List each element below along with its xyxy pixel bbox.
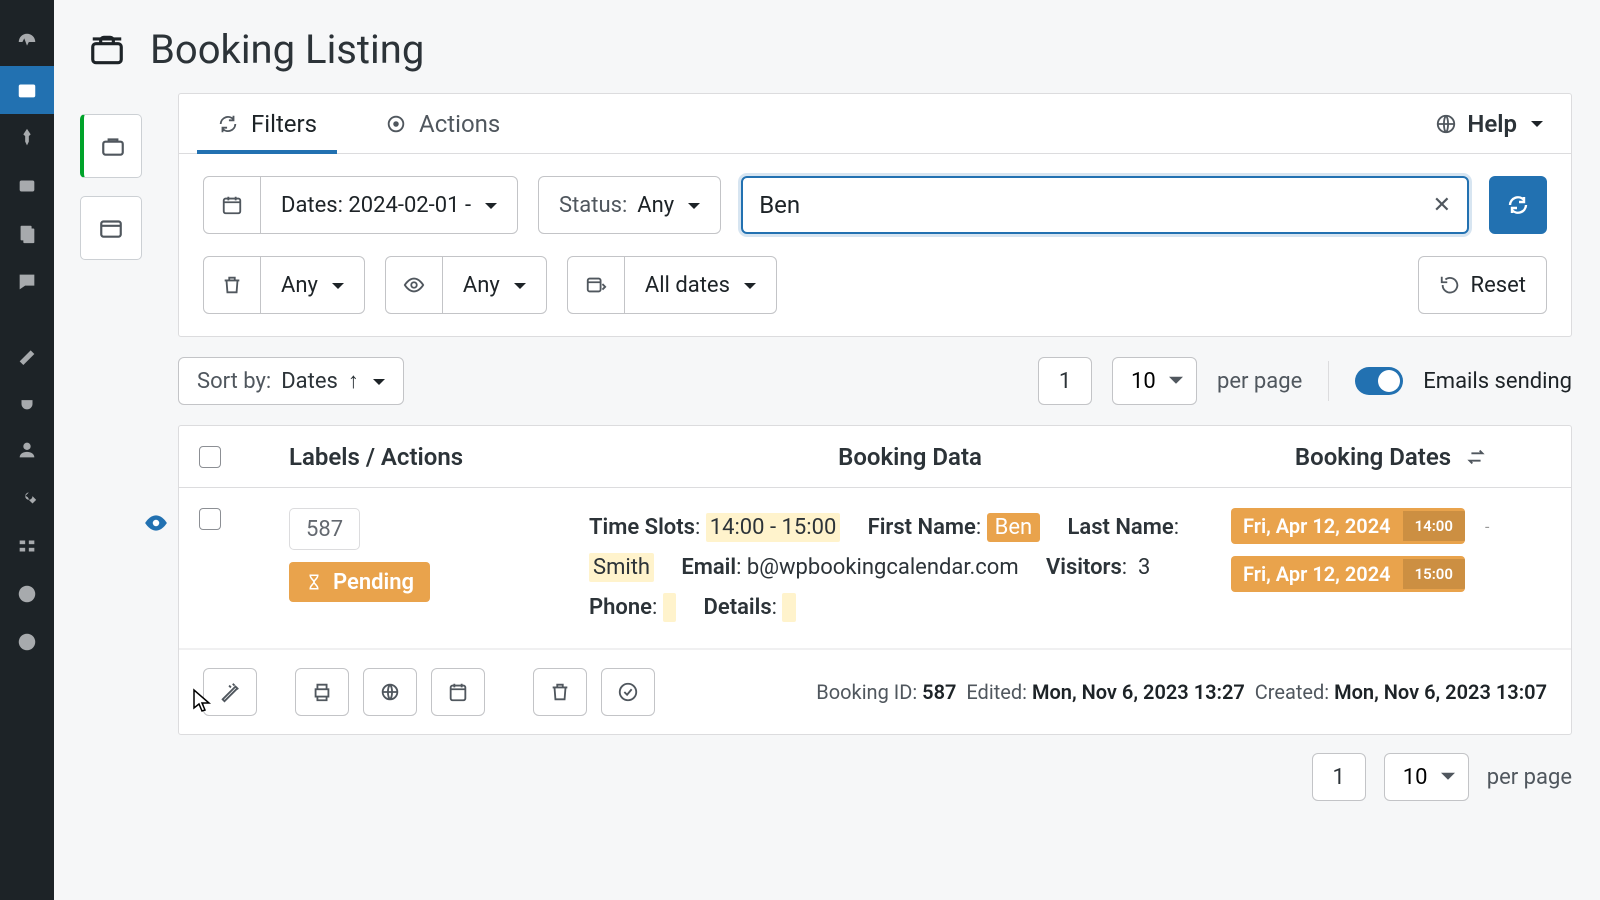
- sort-by[interactable]: Sort by: Dates ↑: [178, 357, 404, 405]
- new-indicator-icon: [143, 510, 169, 540]
- calendar-range-icon: [585, 274, 607, 296]
- change-dates-button[interactable]: [431, 668, 485, 716]
- per-page-select-bottom[interactable]: 10: [1384, 753, 1469, 801]
- visibility-filter[interactable]: Any: [385, 256, 547, 314]
- nav-bookings[interactable]: [0, 66, 54, 114]
- page-title: Booking Listing: [150, 26, 424, 73]
- per-page-label-bottom: per page: [1487, 765, 1572, 790]
- search-field[interactable]: ✕: [741, 176, 1469, 234]
- tab-actions[interactable]: Actions: [375, 94, 510, 153]
- page-number[interactable]: 1: [1038, 357, 1092, 405]
- page-header: Booking Listing: [82, 0, 1572, 93]
- status-filter[interactable]: Status: Any: [538, 176, 721, 234]
- row-checkbox[interactable]: [199, 508, 221, 530]
- nav-users[interactable]: [0, 426, 54, 474]
- view-listing[interactable]: [80, 114, 142, 178]
- eye-icon: [403, 274, 425, 296]
- approve-button[interactable]: [601, 668, 655, 716]
- status-badge: Pending: [289, 562, 430, 602]
- per-page-select[interactable]: 10: [1112, 357, 1197, 405]
- wand-icon: [219, 681, 241, 703]
- clear-search-icon[interactable]: ✕: [1433, 193, 1451, 218]
- col-labels: Labels / Actions: [289, 443, 589, 471]
- date-chip: Fri, Apr 12, 202415:00: [1231, 556, 1465, 592]
- date-chip: Fri, Apr 12, 202414:00: [1231, 508, 1465, 544]
- refresh-icon: [217, 113, 239, 135]
- help-menu[interactable]: Help: [1435, 110, 1543, 138]
- nav-pin[interactable]: [0, 114, 54, 162]
- admin-sidebar: [0, 0, 54, 900]
- nav-media[interactable]: [0, 162, 54, 210]
- briefcase-icon: [88, 31, 126, 69]
- sort-asc-icon: ↑: [348, 368, 359, 394]
- nav-collapse[interactable]: [0, 618, 54, 666]
- trash-icon: [221, 274, 243, 296]
- refresh-icon: [1506, 193, 1530, 217]
- nav-comments[interactable]: [0, 258, 54, 306]
- page-number-bottom[interactable]: 1: [1312, 753, 1366, 801]
- created-filter[interactable]: All dates: [567, 256, 777, 314]
- dates-filter[interactable]: Dates: 2024-02-01 -: [203, 176, 518, 234]
- edit-button[interactable]: [203, 668, 257, 716]
- nav-separator: [0, 306, 54, 330]
- target-icon: [385, 113, 407, 135]
- globe-icon: [379, 681, 401, 703]
- swap-icon[interactable]: [1465, 446, 1487, 468]
- reset-button[interactable]: Reset: [1418, 256, 1547, 314]
- emails-label: Emails sending: [1423, 369, 1572, 394]
- per-page-label: per page: [1217, 369, 1302, 394]
- nav-settings[interactable]: [0, 522, 54, 570]
- check-circle-icon: [617, 681, 639, 703]
- nav-plugins[interactable]: [0, 378, 54, 426]
- col-dates: Booking Dates: [1295, 443, 1451, 471]
- nav-tools[interactable]: [0, 474, 54, 522]
- locale-button[interactable]: [363, 668, 417, 716]
- search-input[interactable]: [759, 191, 1432, 219]
- apply-filters-button[interactable]: [1489, 176, 1547, 234]
- undo-icon: [1439, 274, 1461, 296]
- select-all-checkbox[interactable]: [199, 446, 221, 468]
- nav-appearance[interactable]: [0, 330, 54, 378]
- nav-site[interactable]: [0, 570, 54, 618]
- table-row: 587 Pending Time Slots: 14:00 - 15:00 Fi…: [179, 488, 1571, 649]
- emails-toggle[interactable]: [1355, 367, 1403, 395]
- nav-pages[interactable]: [0, 210, 54, 258]
- trash-button[interactable]: [533, 668, 587, 716]
- view-calendar[interactable]: [80, 196, 142, 260]
- print-button[interactable]: [295, 668, 349, 716]
- printer-icon: [311, 681, 333, 703]
- calendar-icon: [447, 681, 469, 703]
- hourglass-icon: [305, 573, 323, 591]
- col-data: Booking Data: [589, 443, 1231, 471]
- row-meta: Booking ID: 587 Edited: Mon, Nov 6, 2023…: [816, 680, 1547, 704]
- tab-filters[interactable]: Filters: [207, 94, 327, 153]
- booking-id-chip[interactable]: 587: [289, 508, 360, 550]
- trash-icon: [549, 681, 571, 703]
- nav-dashboard[interactable]: [0, 18, 54, 66]
- calendar-icon: [221, 194, 243, 216]
- booking-data: Time Slots: 14:00 - 15:00 First Name: Be…: [589, 508, 1231, 628]
- booking-dates: Fri, Apr 12, 202414:00 - Fri, Apr 12, 20…: [1231, 508, 1551, 628]
- trash-filter[interactable]: Any: [203, 256, 365, 314]
- view-switch: [80, 114, 142, 260]
- globe-icon: [1435, 113, 1457, 135]
- bookings-table: Labels / Actions Booking Data Booking Da…: [178, 425, 1572, 735]
- filter-panel: Filters Actions Help Dates: 2024-02-01 -…: [178, 93, 1572, 337]
